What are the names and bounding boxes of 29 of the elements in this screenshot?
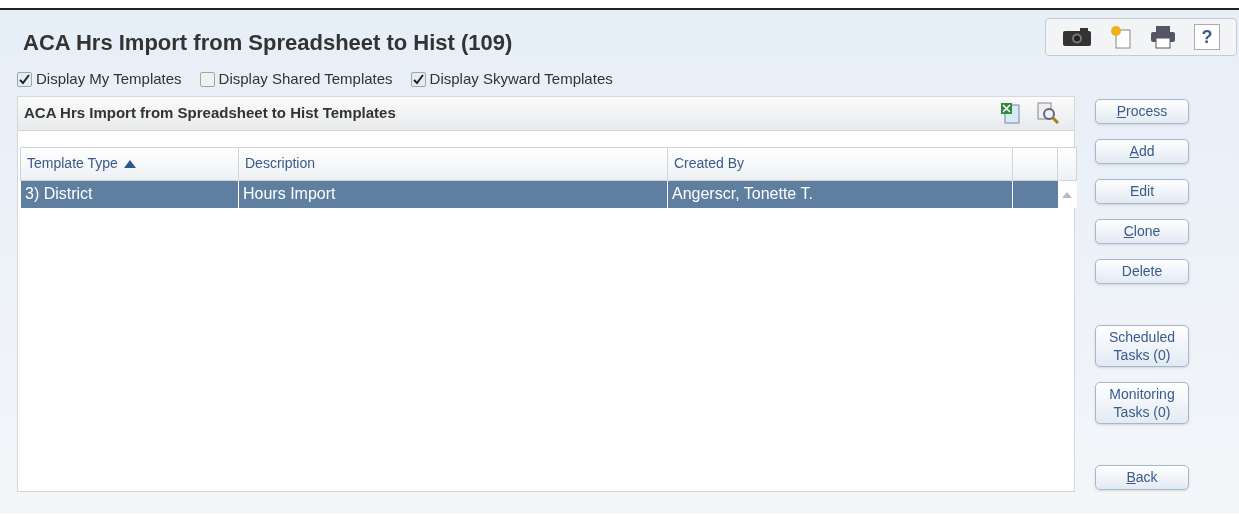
action-button[interactable]: Add [1095, 138, 1189, 164]
camera-icon[interactable] [1062, 27, 1092, 47]
column-header[interactable]: Template Type [20, 147, 239, 180]
action-button[interactable]: Scheduled Tasks (0) [1095, 324, 1189, 367]
print-icon[interactable] [1150, 25, 1176, 49]
panel-title: ACA Hrs Import from Spreadsheet to Hist Templates [24, 102, 396, 123]
column-header[interactable]: Description [238, 147, 668, 180]
action-button[interactable]: Delete [1095, 258, 1189, 284]
checkbox-label: Display My Templates [36, 69, 182, 89]
table-cell: Angerscr, Tonette T. [667, 180, 1013, 208]
checkbox[interactable] [199, 71, 215, 87]
action-button[interactable]: Process [1095, 98, 1189, 124]
action-button[interactable]: Clone [1095, 218, 1189, 244]
sort-ascending-icon [123, 160, 136, 169]
table-row[interactable]: 3) District Hours Import Angerscr, Tonette T. [20, 180, 1077, 208]
window-title: ACA Hrs Import from Spreadsheet to Hist (109) [22, 29, 513, 57]
spreadsheet-export-icon[interactable] [1000, 102, 1020, 124]
checkbox-label: Display Skyward Templates [429, 69, 613, 89]
column-header[interactable]: Created By [667, 147, 1013, 180]
checkbox[interactable] [410, 71, 426, 87]
action-button[interactable]: Back [1095, 464, 1189, 490]
action-button[interactable]: Monitoring Tasks (0) [1095, 381, 1189, 424]
table-cell: Hours Import [238, 180, 668, 208]
help-button[interactable]: ? [1194, 24, 1220, 50]
print-preview-icon[interactable] [1036, 101, 1060, 125]
checkbox[interactable] [17, 71, 32, 87]
action-button[interactable]: Edit [1095, 178, 1189, 204]
table-cell: 3) District [20, 180, 239, 208]
checkbox-label: Display Shared Templates [218, 69, 393, 89]
